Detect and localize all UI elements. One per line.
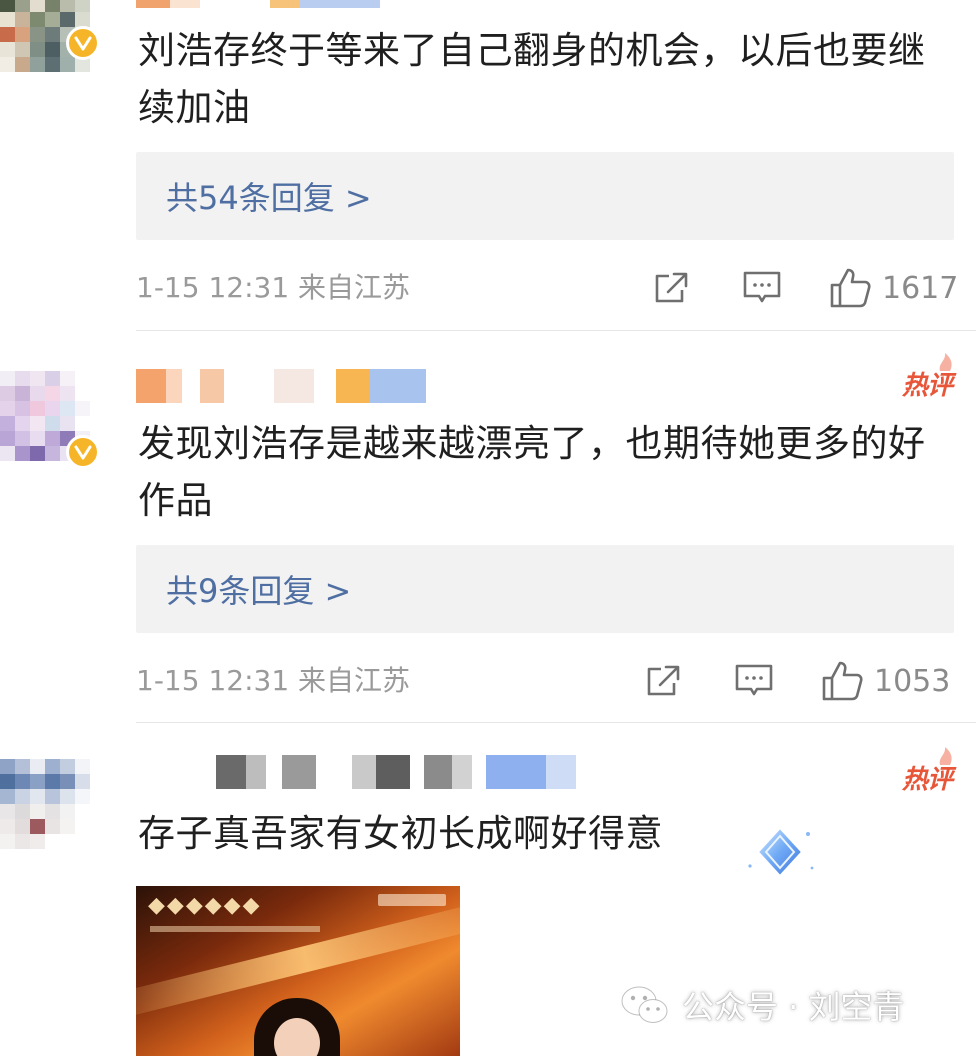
thumbs-up-icon bbox=[822, 661, 863, 701]
flame-icon bbox=[939, 353, 952, 371]
wechat-watermark: 公众号 · 刘空青 bbox=[620, 980, 905, 1030]
view-replies-button[interactable]: 共54条回复 > bbox=[136, 152, 954, 240]
comment-time-location: 1-15 12:31 来自江苏 bbox=[136, 664, 411, 697]
hot-comment-tag: 热评 bbox=[901, 747, 953, 796]
hot-label: 热评 bbox=[901, 765, 953, 795]
comment-text: 发现刘浩存是越来越漂亮了，也期待她更多的好作品 bbox=[138, 422, 926, 522]
avatar[interactable] bbox=[0, 759, 100, 859]
flame-icon bbox=[939, 747, 952, 765]
like-button[interactable]: 1617 bbox=[828, 266, 958, 310]
diamond-badge-icon bbox=[748, 826, 814, 878]
verified-badge bbox=[66, 435, 100, 469]
comment-meta: 1-15 12:31 来自江苏 1617 bbox=[136, 266, 958, 310]
avatar[interactable] bbox=[0, 371, 100, 471]
view-replies-button[interactable]: 共9条回复 > bbox=[136, 545, 954, 633]
share-icon bbox=[655, 272, 688, 303]
comment-icon bbox=[743, 271, 781, 303]
avatar-mosaic bbox=[0, 759, 90, 849]
comment-time-location: 1-15 12:31 来自江苏 bbox=[136, 271, 411, 304]
comment-item: 热评 发现刘浩存是越来越漂亮了，也期待她更多的好作品 共9条回复 > 1-15 … bbox=[0, 331, 976, 723]
comment-item: 刘浩存终于等来了自己翻身的机会，以后也要继续加油 共54条回复 > 1-15 1… bbox=[0, 0, 976, 330]
comment-text: 刘浩存终于等来了自己翻身的机会，以后也要继续加油 bbox=[138, 29, 926, 129]
wechat-icon bbox=[621, 986, 668, 1023]
username-blurred[interactable] bbox=[136, 369, 426, 403]
watermark-text: 公众号 · 刘空青 bbox=[682, 988, 905, 1026]
comment-image[interactable]: ◆◆◆◆◆◆ bbox=[136, 886, 460, 1056]
comment-button[interactable] bbox=[740, 266, 784, 310]
comment-text: 存子真吾家有女初长成啊好得意 bbox=[138, 812, 663, 855]
username-blurred[interactable] bbox=[136, 0, 380, 8]
comment-button[interactable] bbox=[732, 659, 776, 703]
thumbs-up-icon bbox=[830, 268, 871, 308]
like-count: 1617 bbox=[882, 270, 959, 306]
verified-v-icon bbox=[74, 36, 92, 51]
hot-label: 热评 bbox=[901, 371, 953, 401]
verified-v-icon bbox=[74, 445, 92, 460]
hot-comment-tag: 热评 bbox=[901, 353, 953, 402]
image-banner-graphic: ◆◆◆◆◆◆ bbox=[148, 892, 262, 918]
share-icon bbox=[647, 665, 680, 696]
image-watermark-graphic bbox=[378, 894, 446, 906]
like-count: 1053 bbox=[874, 663, 951, 699]
comment-icon bbox=[735, 664, 773, 696]
share-button[interactable] bbox=[644, 659, 684, 703]
like-button[interactable]: 1053 bbox=[820, 659, 950, 703]
username-blurred[interactable] bbox=[216, 755, 576, 789]
verified-badge bbox=[66, 26, 100, 60]
avatar[interactable] bbox=[0, 0, 100, 82]
comment-meta: 1-15 12:31 来自江苏 1053 bbox=[136, 659, 956, 703]
share-button[interactable] bbox=[652, 266, 692, 310]
comment-feed: 刘浩存终于等来了自己翻身的机会，以后也要继续加油 共54条回复 > 1-15 1… bbox=[0, 0, 976, 1056]
